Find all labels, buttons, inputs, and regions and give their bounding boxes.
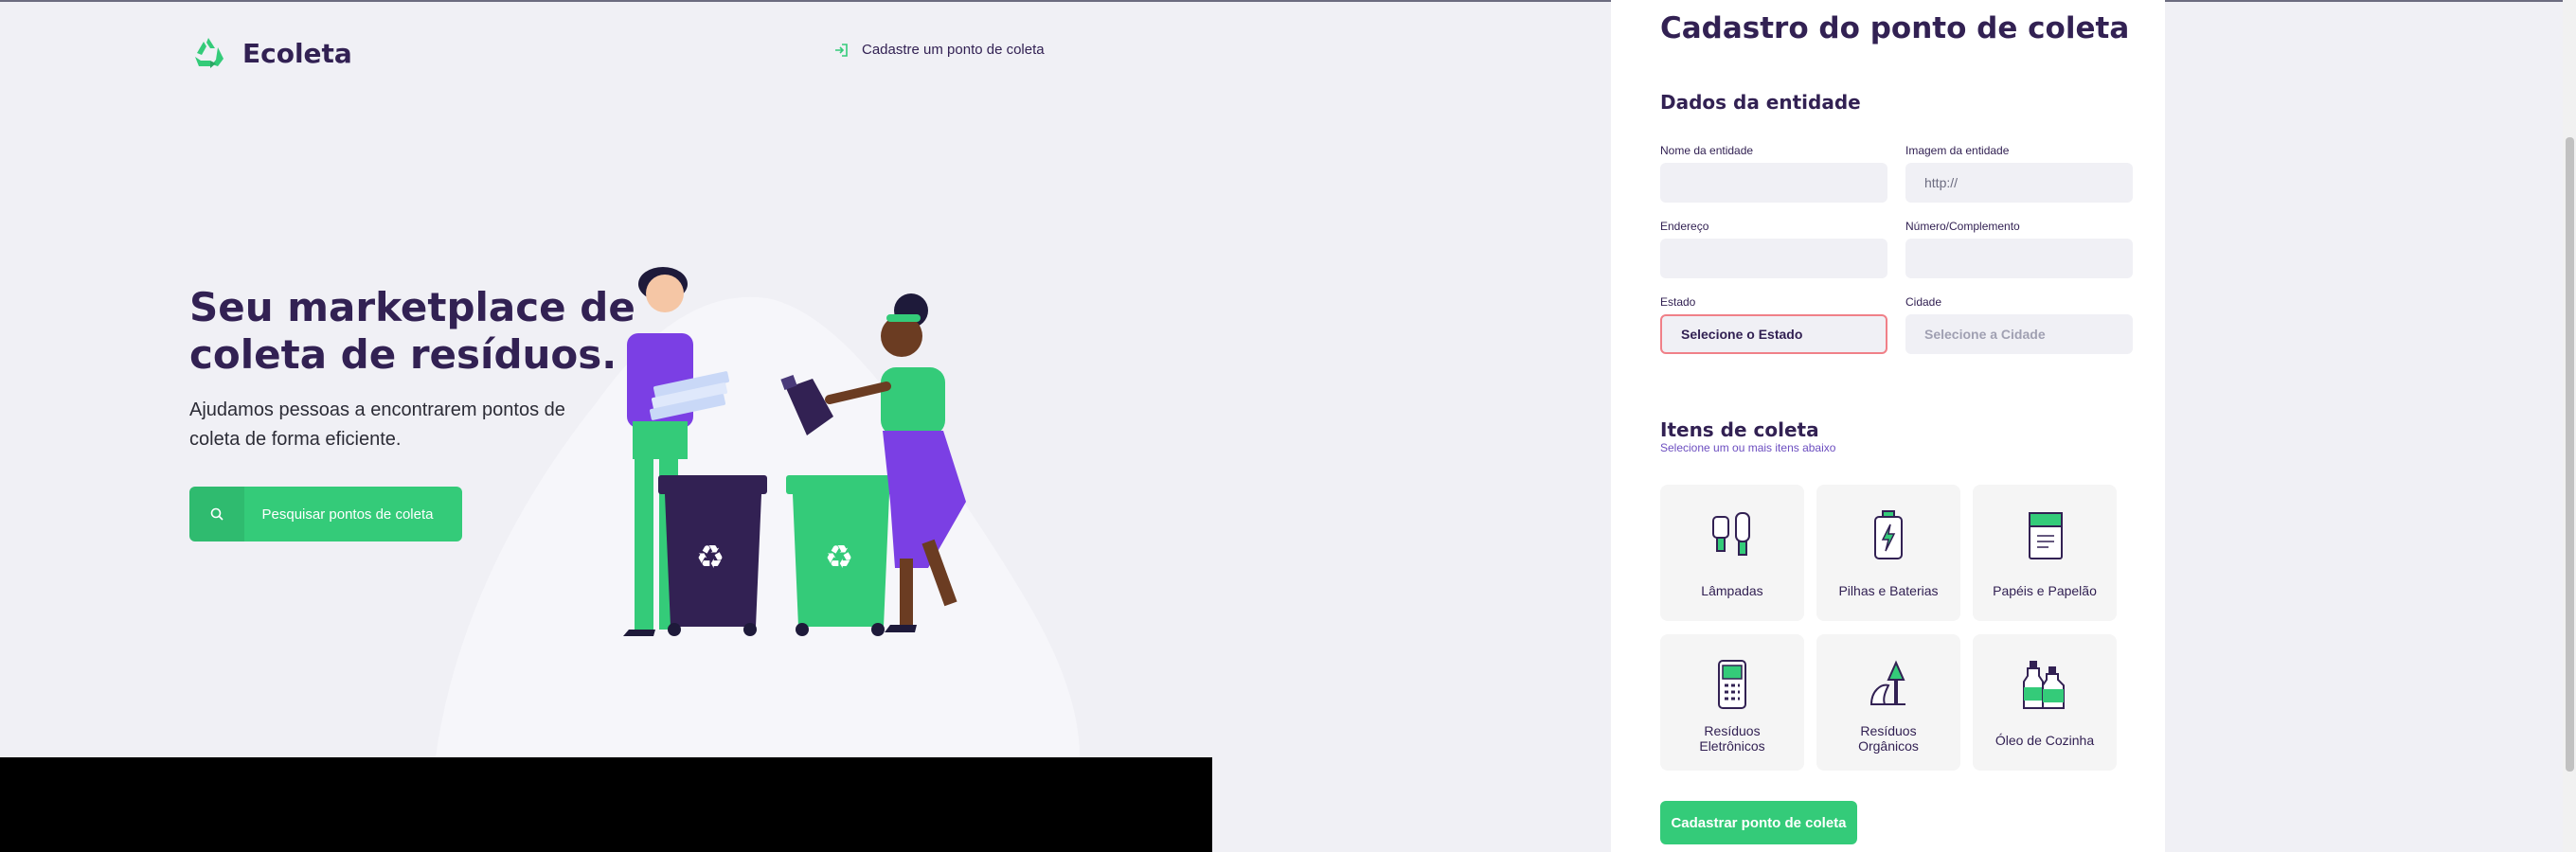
form-title: Cadastro do ponto de coleta	[1660, 11, 2130, 45]
items-section-title: Itens de coleta	[1660, 418, 1819, 441]
city-field-label: Cidade	[1905, 295, 1942, 309]
window-top-border	[0, 0, 2576, 2]
scrollbar-thumb[interactable]	[2566, 137, 2574, 772]
electronics-icon	[1718, 660, 1746, 709]
submit-button[interactable]: Cadastrar ponto de coleta	[1660, 801, 1857, 844]
entity-name-input[interactable]	[1660, 163, 1887, 203]
image-field-label: Imagem da entidade	[1905, 144, 2010, 157]
state-select[interactable]: Selecione o Estado	[1660, 314, 1887, 354]
register-point-label: Cadastre um ponto de coleta	[862, 42, 1045, 58]
register-point-link[interactable]: Cadastre um ponto de coleta	[833, 42, 1045, 58]
oil-icon	[2023, 661, 2065, 709]
battery-icon	[1874, 510, 1903, 559]
paper-icon	[2029, 512, 2063, 559]
item-lampadas[interactable]: Lâmpadas	[1660, 485, 1804, 621]
svg-text:♻: ♻	[696, 539, 724, 577]
state-field-label: Estado	[1660, 295, 1696, 309]
app-name: Ecoleta	[242, 37, 352, 69]
item-label: Papéis e Papelão	[1993, 583, 2097, 598]
item-label: Lâmpadas	[1701, 583, 1763, 598]
recycling-people-illustration: ♻ ♻	[623, 267, 966, 636]
organic-icon	[1869, 660, 1905, 705]
register-form-panel: Cadastro do ponto de coleta Dados da ent…	[1611, 0, 2165, 852]
item-organicos[interactable]: Resíduos Orgânicos	[1816, 634, 1960, 771]
name-field-label: Nome da entidade	[1660, 144, 1754, 157]
app-logo[interactable]: Ecoleta	[189, 34, 352, 72]
black-overlay-bar	[0, 757, 1212, 852]
item-label: Pilhas e Baterias	[1838, 583, 1939, 598]
search-icon	[189, 487, 244, 541]
entity-image-input[interactable]: http://	[1905, 163, 2133, 203]
lamp-icon	[1712, 512, 1750, 556]
entity-section-title: Dados da entidade	[1660, 91, 1861, 114]
item-oleo[interactable]: Óleo de Cozinha	[1973, 634, 2117, 771]
item-papeis[interactable]: Papéis e Papelão	[1973, 485, 2117, 621]
recycle-icon	[195, 38, 224, 68]
login-icon	[835, 43, 848, 57]
svg-text:♻: ♻	[825, 539, 853, 577]
item-label: Óleo de Cozinha	[1995, 733, 2095, 748]
item-eletronicos[interactable]: Resíduos Eletrônicos	[1660, 634, 1804, 771]
number-input[interactable]	[1905, 239, 2133, 278]
item-label: Resíduos Eletrônicos	[1699, 723, 1765, 754]
item-pilhas[interactable]: Pilhas e Baterias	[1816, 485, 1960, 621]
address-field-label: Endereço	[1660, 220, 1709, 233]
address-input[interactable]	[1660, 239, 1887, 278]
item-label: Resíduos Orgânicos	[1858, 723, 1919, 754]
items-section-hint: Selecione um ou mais itens abaixo	[1660, 441, 1836, 454]
city-select[interactable]: Selecione a Cidade	[1905, 314, 2133, 354]
number-field-label: Número/Complemento	[1905, 220, 2020, 233]
